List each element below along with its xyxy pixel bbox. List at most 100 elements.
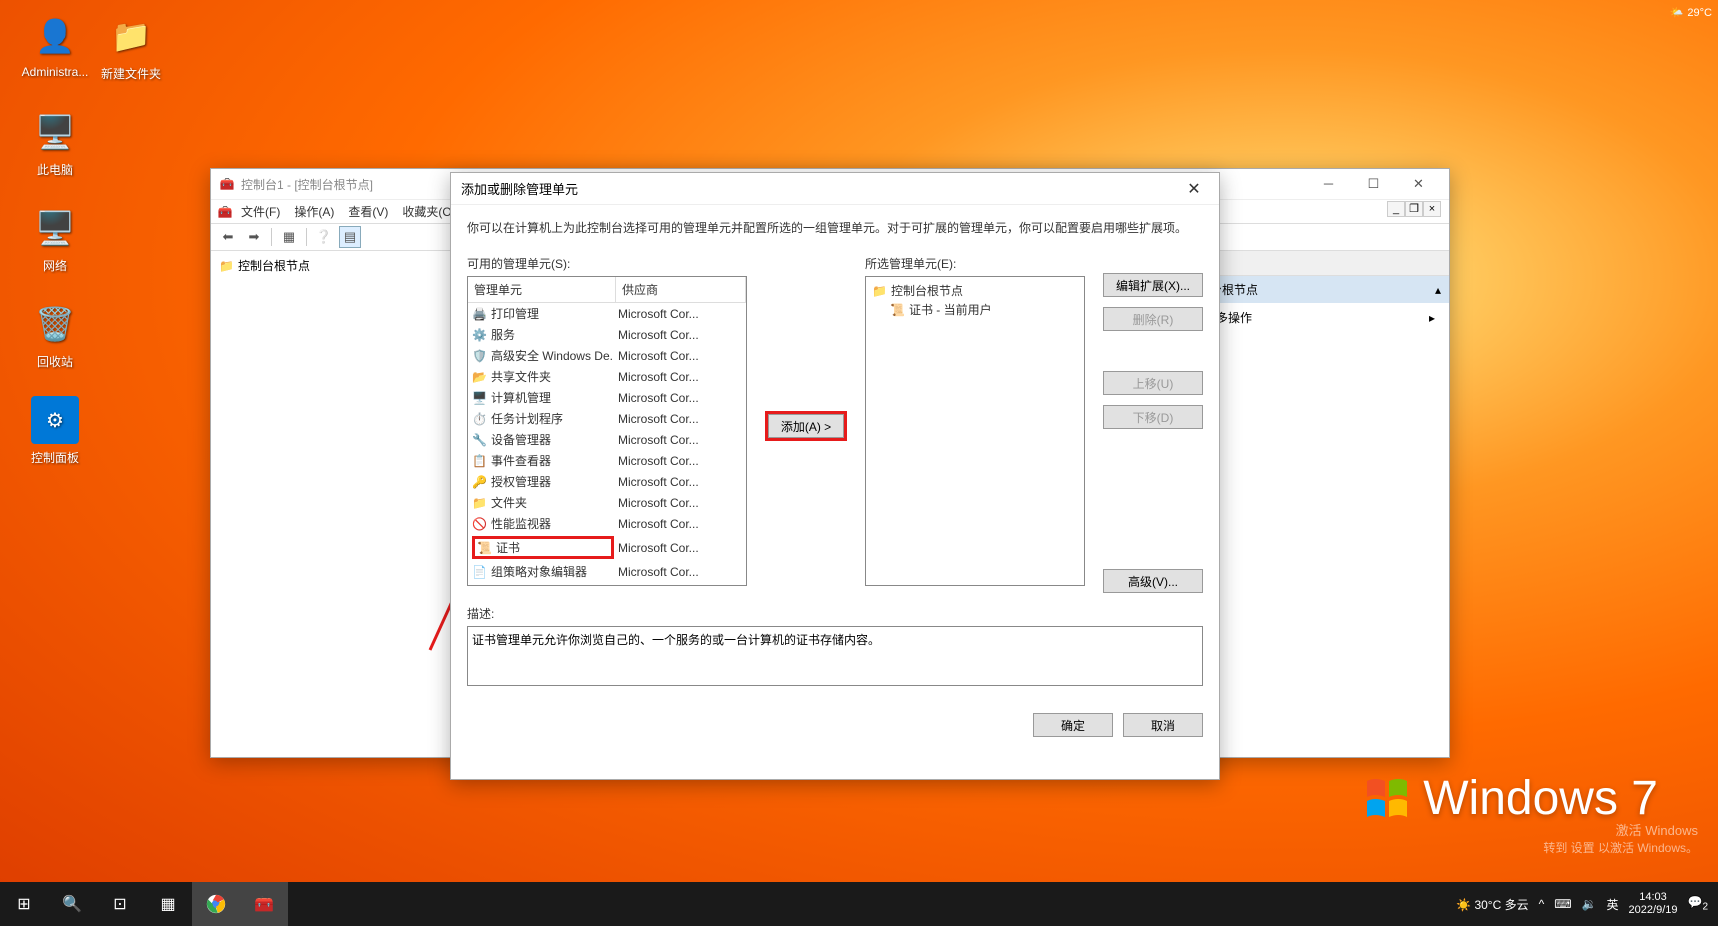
desktop-icon-admin[interactable]: 👤 Administra...: [20, 12, 90, 79]
taskbar: ⊞ 🔍 ⊡ ▦ 🧰 ☀️ 30°C 多云 ^ ⌨ 🔉 英 14:03 2022/…: [0, 882, 1718, 926]
edit-extensions-button[interactable]: 编辑扩展(X)...: [1103, 273, 1203, 297]
snapin-vendor: Microsoft Cor...: [618, 496, 742, 510]
tree-root-node[interactable]: 📁 控制台根节点: [215, 255, 466, 276]
mdi-restore[interactable]: ❐: [1405, 201, 1423, 217]
snapin-row[interactable]: 📂共享文件夹Microsoft Cor...: [468, 366, 746, 387]
ok-button[interactable]: 确定: [1033, 713, 1113, 737]
move-down-button[interactable]: 下移(D): [1103, 405, 1203, 429]
snapin-row[interactable]: 📄组策略对象编辑器Microsoft Cor...: [468, 561, 746, 582]
panel-icon: ⚙: [31, 396, 79, 444]
close-button[interactable]: ✕: [1179, 179, 1209, 199]
desktop-icon-thispc[interactable]: 🖥️ 此电脑: [20, 108, 90, 178]
icon-label: 新建文件夹: [96, 65, 166, 82]
snapin-icon: ⏱️: [472, 412, 487, 426]
taskbar-mmc[interactable]: 🧰: [240, 882, 288, 926]
remove-button[interactable]: 删除(R): [1103, 307, 1203, 331]
selected-snapins-tree[interactable]: 📁 控制台根节点 📜 证书 - 当前用户: [865, 276, 1085, 586]
menu-view[interactable]: 查看(V): [342, 201, 394, 222]
selected-item-cert[interactable]: 📜 证书 - 当前用户: [870, 300, 1080, 319]
activation-watermark: 激活 Windows 转到 设置 以激活 Windows。: [1543, 820, 1698, 856]
ime-lang[interactable]: 英: [1607, 896, 1619, 913]
add-button[interactable]: 添加(A) >: [768, 414, 844, 438]
advanced-button[interactable]: 高级(V)...: [1103, 569, 1203, 593]
clock[interactable]: 14:03 2022/9/19: [1629, 891, 1678, 917]
col-snapin[interactable]: 管理单元: [468, 277, 616, 302]
forward-button[interactable]: ➡: [243, 226, 265, 248]
help-button[interactable]: ❔: [313, 226, 335, 248]
snapin-name: 任务计划程序: [491, 410, 563, 427]
snapin-vendor: Microsoft Cor...: [618, 391, 742, 405]
desktop-icon-network[interactable]: 🖥️ 网络: [20, 204, 90, 274]
selected-root[interactable]: 📁 控制台根节点: [870, 281, 1080, 300]
mmc-icon: 🧰: [219, 176, 235, 192]
menu-file[interactable]: 文件(F): [235, 201, 286, 222]
snapin-icon: 🛡️: [472, 349, 487, 363]
icon-label: 网络: [20, 257, 90, 274]
volume-icon[interactable]: 🔉: [1582, 897, 1597, 911]
folder-icon: 📁: [107, 12, 155, 60]
cancel-button[interactable]: 取消: [1123, 713, 1203, 737]
snapin-icon: 📁: [472, 496, 487, 510]
icon-label: 控制面板: [20, 449, 90, 466]
close-button[interactable]: ✕: [1396, 170, 1441, 198]
mdi-minimize[interactable]: _: [1387, 201, 1405, 217]
menu-favorites[interactable]: 收藏夹(O: [396, 201, 457, 222]
actions-more-item[interactable]: 更多操作 ▸: [1190, 303, 1449, 332]
move-up-button[interactable]: 上移(U): [1103, 371, 1203, 395]
snapin-row[interactable]: 📁文件夹Microsoft Cor...: [468, 492, 746, 513]
col-vendor[interactable]: 供应商: [616, 277, 746, 302]
snapin-row[interactable]: 🔑授权管理器Microsoft Cor...: [468, 471, 746, 492]
trash-icon: 🗑️: [31, 300, 79, 348]
snapin-icon: 🔧: [472, 433, 487, 447]
snapin-name: 计算机管理: [491, 389, 551, 406]
desktop-icon-recyclebin[interactable]: 🗑️ 回收站: [20, 300, 90, 370]
menu-action[interactable]: 操作(A): [288, 201, 340, 222]
actions-title[interactable]: 制台根节点 ▴: [1190, 276, 1449, 303]
icon-label: Administra...: [20, 65, 90, 79]
show-hide-tree-button[interactable]: ▦: [278, 226, 300, 248]
snapin-row[interactable]: 🖥️计算机管理Microsoft Cor...: [468, 387, 746, 408]
ime-indicator[interactable]: ⌨: [1554, 897, 1571, 911]
snapin-row[interactable]: 🧩组件服务Microsoft Cor...: [468, 582, 746, 586]
snapin-name: 设备管理器: [491, 431, 551, 448]
view-button[interactable]: ▤: [339, 226, 361, 248]
desktop-icon-newfolder[interactable]: 📁 新建文件夹: [96, 12, 166, 82]
snapin-row[interactable]: 🔧 设备管理器 Microsoft Cor...: [468, 429, 746, 450]
minimize-button[interactable]: ─: [1306, 170, 1351, 198]
snapin-icon: 📜: [477, 541, 492, 555]
back-button[interactable]: ⬅: [217, 226, 239, 248]
notification-button[interactable]: 💬2: [1687, 895, 1708, 912]
available-snapins-list[interactable]: 管理单元 供应商 🖨️打印管理Microsoft Cor...⚙️服务Micro…: [467, 276, 747, 586]
tray-chevron[interactable]: ^: [1539, 897, 1545, 911]
weather-widget[interactable]: ☀️ 30°C 多云: [1456, 896, 1528, 913]
taskbar-chrome[interactable]: [192, 882, 240, 926]
snapin-name: 性能监视器: [491, 515, 551, 532]
snapin-name: 服务: [491, 326, 515, 343]
snapin-row[interactable]: 🛡️高级安全 Windows De...Microsoft Cor...: [468, 345, 746, 366]
apps-button[interactable]: ▦: [144, 882, 192, 926]
description-text: [467, 626, 1203, 686]
maximize-button[interactable]: ☐: [1351, 170, 1396, 198]
mdi-close[interactable]: ×: [1423, 201, 1441, 217]
actions-pane: 作 制台根节点 ▴ 更多操作 ▸: [1189, 251, 1449, 757]
snapin-vendor: Microsoft Cor...: [618, 328, 742, 342]
snapin-row[interactable]: ⚙️服务Microsoft Cor...: [468, 324, 746, 345]
tree-pane[interactable]: 📁 控制台根节点: [211, 251, 471, 757]
task-view-button[interactable]: ⊡: [96, 882, 144, 926]
description-label: 描述:: [467, 605, 1203, 622]
snapin-row[interactable]: ⏱️任务计划程序Microsoft Cor...: [468, 408, 746, 429]
desktop-icon-controlpanel[interactable]: ⚙ 控制面板: [20, 396, 90, 466]
search-button[interactable]: 🔍: [48, 882, 96, 926]
snapin-vendor: Microsoft Cor...: [618, 541, 742, 555]
folder-icon: 📁: [219, 259, 234, 273]
mdi-controls: _ ❐ ×: [1387, 201, 1441, 217]
snapin-row[interactable]: 🖨️打印管理Microsoft Cor...: [468, 303, 746, 324]
snapin-row[interactable]: 📜证书Microsoft Cor...: [468, 534, 746, 561]
snapin-row[interactable]: 🚫性能监视器Microsoft Cor...: [468, 513, 746, 534]
clock-date: 2022/9/19: [1629, 904, 1678, 917]
snapin-vendor: Microsoft Cor...: [618, 586, 742, 587]
watermark-line2: 转到 设置 以激活 Windows。: [1543, 839, 1698, 856]
snapin-vendor: Microsoft Cor...: [618, 433, 742, 447]
snapin-row[interactable]: 📋事件查看器Microsoft Cor...: [468, 450, 746, 471]
start-button[interactable]: ⊞: [0, 882, 48, 926]
